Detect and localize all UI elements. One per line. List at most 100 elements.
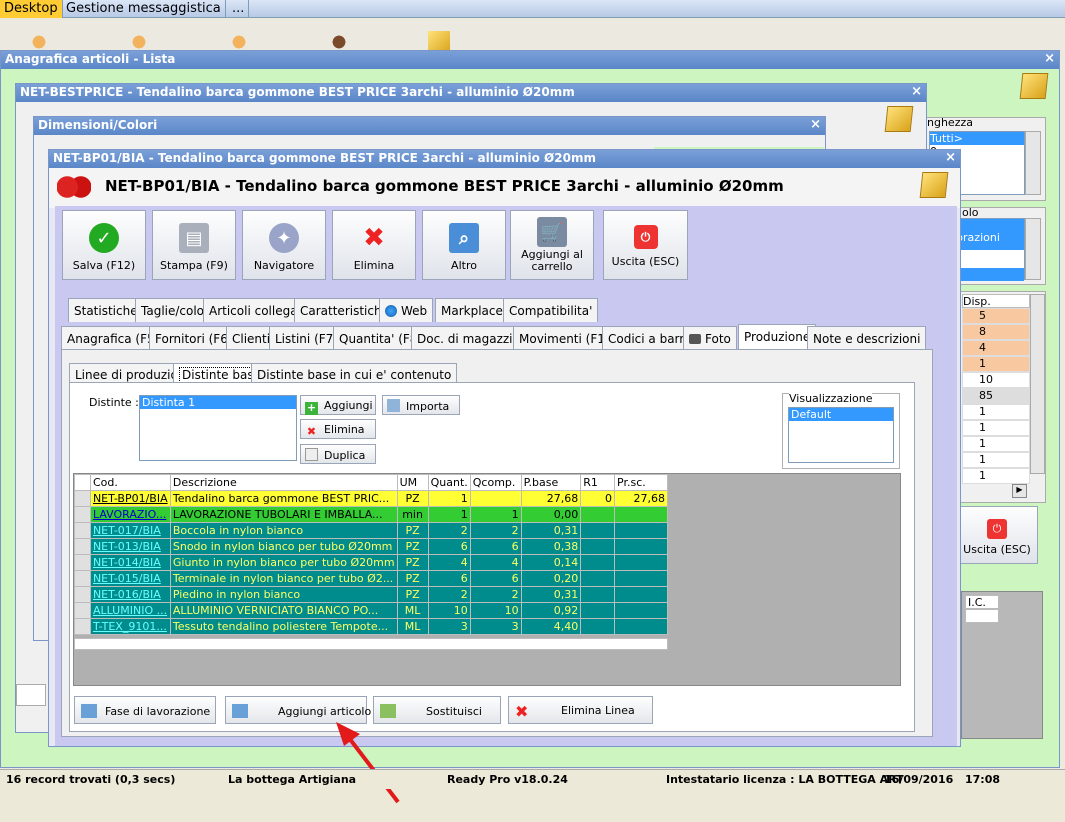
table-cell[interactable] — [74, 602, 91, 619]
print-button[interactable]: ▤ Stampa (F9) — [152, 210, 236, 280]
delete-button[interactable]: ✖ Elimina — [332, 210, 416, 280]
table-cell[interactable]: 4,40 — [520, 618, 582, 635]
tab-gestione-messaggistica[interactable]: Gestione messaggistica — [62, 0, 226, 18]
table-row[interactable]: NET-014/BIA Giunto in nylon bianco per tu… — [74, 554, 668, 571]
table-cell[interactable] — [74, 618, 91, 635]
table-cell[interactable]: 2 — [469, 522, 522, 539]
add-distinta-button[interactable]: + Aggiungi — [300, 395, 376, 415]
table-cell[interactable] — [580, 618, 616, 635]
header-cell[interactable]: R1 — [580, 474, 616, 491]
table-cell[interactable] — [74, 538, 91, 555]
header-cell[interactable]: Quant. — [427, 474, 471, 491]
table-cell[interactable]: 1 — [469, 506, 522, 523]
table-row[interactable]: NET-015/BIA Terminale in nylon bianco per… — [74, 570, 668, 587]
table-cell[interactable]: T-TEX_9101... — [89, 618, 171, 635]
table-cell[interactable]: 0,31 — [520, 522, 582, 539]
tab-note-descrizioni[interactable]: Note e descrizioni — [807, 326, 927, 350]
table-cell[interactable] — [614, 586, 668, 603]
fase-lavorazione-button[interactable]: Fase di lavorazione — [74, 696, 216, 724]
table-cell[interactable] — [614, 538, 668, 555]
table-cell[interactable] — [614, 602, 668, 619]
table-cell[interactable]: PZ — [396, 570, 429, 587]
table-cell[interactable] — [580, 522, 616, 539]
add-to-cart-button[interactable]: 🛒 Aggiungi al carrello — [510, 210, 594, 280]
table-cell[interactable] — [74, 506, 91, 523]
table-cell[interactable]: 2 — [427, 522, 471, 539]
table-cell[interactable]: min — [396, 506, 429, 523]
table-cell[interactable] — [580, 506, 616, 523]
tab-foto[interactable]: Foto — [683, 326, 737, 350]
header-cell[interactable]: Cod. — [89, 474, 171, 491]
table-cell[interactable]: PZ — [396, 554, 429, 571]
table-cell[interactable] — [614, 570, 668, 587]
table-cell[interactable]: NET-016/BIA — [89, 586, 171, 603]
table-row[interactable]: NET-013/BIA Snodo in nylon bianco per tub… — [74, 538, 668, 555]
table-cell[interactable]: 0,14 — [520, 554, 582, 571]
table-row[interactable]: T-TEX_9101... Tessuto tendalino poliester… — [74, 618, 668, 635]
duplicate-distinta-button[interactable]: Duplica — [300, 444, 376, 464]
tab-produzione[interactable]: Produzione — [738, 324, 817, 350]
table-cell[interactable]: 10 — [469, 602, 522, 619]
table-cell[interactable]: Piedino in nylon bianco — [169, 586, 398, 603]
table-cell[interactable] — [74, 554, 91, 571]
tab-compatibilita[interactable]: Compatibilita' — [503, 298, 599, 322]
tab-web[interactable]: Web — [379, 298, 434, 322]
distinte-list[interactable]: Distinta 1 — [139, 395, 297, 461]
header-cell[interactable]: Descrizione — [169, 474, 398, 491]
table-cell[interactable] — [580, 538, 616, 555]
tab-more[interactable]: ... — [228, 0, 250, 18]
table-cell[interactable]: Boccola in nylon bianco — [169, 522, 398, 539]
table-row[interactable]: NET-BP01/BIA Tendalino barca gommone BEST… — [74, 490, 668, 507]
scrollbar[interactable] — [1030, 294, 1045, 474]
table-cell[interactable]: 0,38 — [520, 538, 582, 555]
header-cell[interactable]: P.base — [520, 474, 582, 491]
field[interactable] — [16, 684, 46, 706]
table-cell[interactable]: NET-BP01/BIA — [89, 490, 171, 507]
table-cell[interactable]: ALLUMINIO ... — [89, 602, 171, 619]
table-cell[interactable]: 6 — [469, 570, 522, 587]
list-item[interactable]: Distinta 1 — [140, 396, 296, 409]
table-cell[interactable]: 1 — [427, 506, 471, 523]
table-cell[interactable]: Tendalino barca gommone BEST PRIC... — [169, 490, 398, 507]
close-icon[interactable]: × — [945, 150, 956, 165]
visualizzazione-list[interactable]: Default — [788, 407, 894, 463]
header-cell[interactable]: Qcomp. — [469, 474, 522, 491]
table-cell[interactable]: NET-015/BIA — [89, 570, 171, 587]
uscita-button-behind[interactable]: ⏻ Uscita (ESC) — [956, 506, 1038, 564]
table-cell[interactable]: NET-017/BIA — [89, 522, 171, 539]
table-cell[interactable]: NET-013/BIA — [89, 538, 171, 555]
table-cell[interactable]: 0 — [580, 490, 616, 507]
table-cell[interactable]: 4 — [427, 554, 471, 571]
table-cell[interactable] — [74, 570, 91, 587]
tab-desktop[interactable]: Desktop — [0, 0, 63, 18]
table-cell[interactable] — [580, 586, 616, 603]
table-cell[interactable] — [614, 506, 668, 523]
table-cell[interactable]: Giunto in nylon bianco per tubo Ø20mm — [169, 554, 398, 571]
table-row[interactable]: ALLUMINIO ... ALLUMINIO VERNICIATO BIANCO… — [74, 602, 668, 619]
navigator-button[interactable]: ✦ Navigatore — [242, 210, 326, 280]
table-row[interactable]: NET-016/BIA Piedino in nylon bianco PZ 2 2 0,… — [74, 586, 668, 603]
tab-statistiche[interactable]: Statistiche — [68, 298, 144, 322]
table-cell[interactable] — [580, 554, 616, 571]
exit-button[interactable]: ⏻ Uscita (ESC) — [603, 210, 688, 280]
table-cell[interactable]: LAVORAZIONE TUBOLARI E IMBALLA... — [169, 506, 398, 523]
table-cell[interactable]: ML — [396, 602, 429, 619]
table-cell[interactable]: Tessuto tendalino poliestere Tempote... — [169, 618, 398, 635]
table-cell[interactable] — [74, 490, 91, 507]
scroll-right-icon[interactable]: ▶ — [1012, 484, 1027, 498]
delete-distinta-button[interactable]: ✖ Elimina — [300, 419, 376, 439]
table-cell[interactable]: 0,31 — [520, 586, 582, 603]
table-cell[interactable]: 6 — [427, 570, 471, 587]
import-distinta-button[interactable]: Importa — [382, 395, 460, 415]
other-button[interactable]: ⌕ Altro — [422, 210, 506, 280]
table-cell[interactable] — [614, 618, 668, 635]
table-cell[interactable]: LAVORAZIO... — [89, 506, 171, 523]
save-button[interactable]: ✓ Salva (F12) — [62, 210, 146, 280]
table-cell[interactable]: PZ — [396, 586, 429, 603]
close-icon[interactable]: × — [1044, 51, 1055, 66]
table-cell[interactable]: 2 — [427, 586, 471, 603]
table-cell[interactable] — [469, 490, 522, 507]
table-cell[interactable]: PZ — [396, 522, 429, 539]
scrollbar[interactable] — [1025, 218, 1041, 280]
close-icon[interactable]: × — [911, 84, 922, 99]
